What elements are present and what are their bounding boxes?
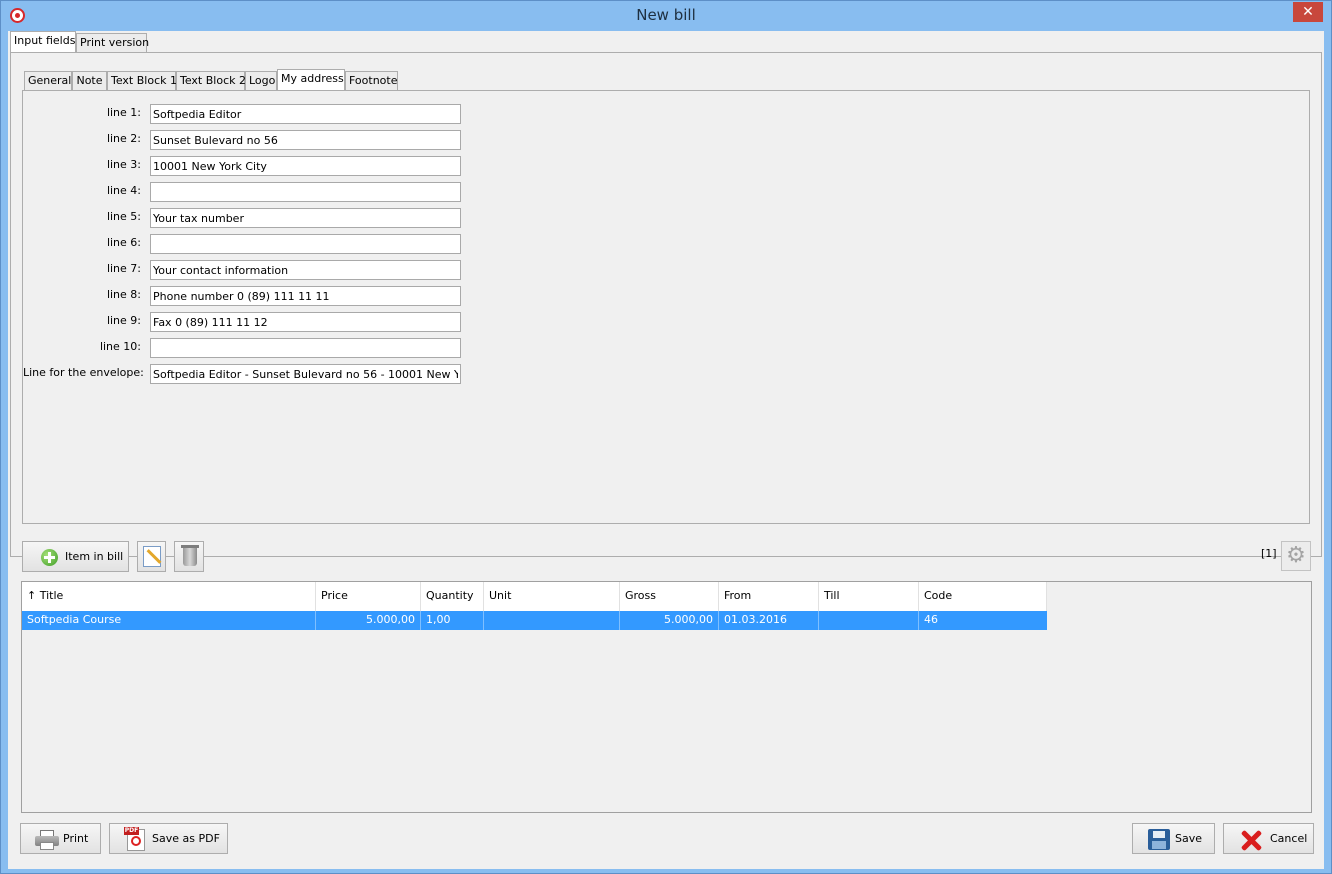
address-line-9-input[interactable] [150, 312, 461, 332]
title-bar[interactable]: New bill ✕ [1, 1, 1331, 31]
table-row[interactable]: Softpedia Course 5.000,00 1,00 5.000,00 … [22, 611, 1047, 630]
cell-title: Softpedia Course [22, 611, 316, 630]
cell-quantity: 1,00 [421, 611, 484, 630]
item-count: [1] [1261, 547, 1277, 560]
delete-item-button[interactable] [174, 541, 204, 572]
input-fields-panel: General Note Text Block 1 Text Block 2 L… [10, 52, 1322, 557]
envelope-line-label: Line for the envelope: [23, 366, 144, 379]
my-address-panel: line 1: line 2: line 3: line 4: line 5: [22, 90, 1310, 524]
cell-price: 5.000,00 [316, 611, 421, 630]
tab-footnote[interactable]: Footnote [345, 71, 398, 90]
address-line-3-input[interactable] [150, 156, 461, 176]
cell-from: 01.03.2016 [719, 611, 819, 630]
edit-item-button[interactable] [137, 541, 166, 572]
add-item-button[interactable]: Item in bill [22, 541, 129, 572]
address-line-5-input[interactable] [150, 208, 461, 228]
cancel-x-icon [1239, 828, 1263, 852]
envelope-line-input[interactable] [150, 364, 461, 384]
print-button[interactable]: Print [20, 823, 101, 854]
floppy-disk-icon [1148, 829, 1170, 850]
cancel-button[interactable]: Cancel [1223, 823, 1314, 854]
address-line-10-label: line 10: [99, 340, 141, 353]
gear-icon[interactable]: ⚙ [1281, 541, 1311, 571]
save-label: Save [1175, 832, 1203, 845]
tab-input-fields[interactable]: Input fields [10, 31, 76, 52]
tab-logo[interactable]: Logo [245, 71, 277, 90]
cell-gross: 5.000,00 [620, 611, 719, 630]
address-line-7-input[interactable] [150, 260, 461, 280]
column-header-code[interactable]: Code [919, 582, 1047, 611]
column-header-price[interactable]: Price [316, 582, 421, 611]
plus-icon [41, 549, 58, 566]
cell-unit [484, 611, 620, 630]
edit-icon [143, 546, 161, 567]
cell-code: 46 [924, 613, 938, 626]
tab-text-block-1[interactable]: Text Block 1 [107, 71, 177, 90]
tab-print-version[interactable]: Print version [76, 33, 149, 52]
save-as-pdf-button[interactable]: PDF Save as PDF [109, 823, 228, 854]
address-line-6-label: line 6: [106, 236, 141, 249]
address-line-10-input[interactable] [150, 338, 461, 358]
save-as-pdf-label: Save as PDF [152, 832, 220, 845]
close-window-button[interactable]: ✕ [1293, 2, 1323, 22]
column-header-till[interactable]: Till [819, 582, 919, 611]
column-header-quantity[interactable]: Quantity [421, 582, 484, 611]
new-bill-window: New bill ✕ Input fields Print version Ge… [0, 0, 1332, 874]
address-line-2-label: line 2: [106, 132, 141, 145]
address-line-6-input[interactable] [150, 234, 461, 254]
address-line-8-label: line 8: [106, 288, 141, 301]
tab-note[interactable]: Note [72, 71, 107, 90]
printer-icon [35, 830, 59, 850]
address-line-7-label: line 7: [106, 262, 141, 275]
address-line-3-label: line 3: [106, 158, 141, 171]
address-line-4-label: line 4: [106, 184, 141, 197]
print-label: Print [63, 832, 89, 845]
pdf-icon: PDF [124, 827, 148, 851]
address-line-4-input[interactable] [150, 182, 461, 202]
address-line-8-input[interactable] [150, 286, 461, 306]
column-header-title[interactable]: ↑ Title [22, 582, 316, 611]
cancel-label: Cancel [1270, 832, 1308, 845]
cell-till [819, 611, 919, 630]
tab-general[interactable]: General [24, 71, 72, 90]
column-header-from[interactable]: From [719, 582, 819, 611]
window-title: New bill [636, 6, 696, 24]
address-line-2-input[interactable] [150, 130, 461, 150]
address-line-1-label: line 1: [106, 106, 141, 119]
add-item-label: Item in bill [65, 550, 124, 563]
address-line-9-label: line 9: [106, 314, 141, 327]
bill-items-table[interactable]: ↑ Title Price Quantity Unit Gross From T… [21, 581, 1312, 813]
tab-text-block-2[interactable]: Text Block 2 [176, 71, 246, 90]
column-header-unit[interactable]: Unit [484, 582, 620, 611]
column-header-gross[interactable]: Gross [620, 582, 719, 611]
save-button[interactable]: Save [1132, 823, 1215, 854]
trash-icon [181, 545, 199, 566]
address-line-5-label: line 5: [106, 210, 141, 223]
tab-my-address[interactable]: My address [277, 69, 345, 90]
dialog-body: Input fields Print version General Note … [8, 31, 1324, 869]
address-line-1-input[interactable] [150, 104, 461, 124]
